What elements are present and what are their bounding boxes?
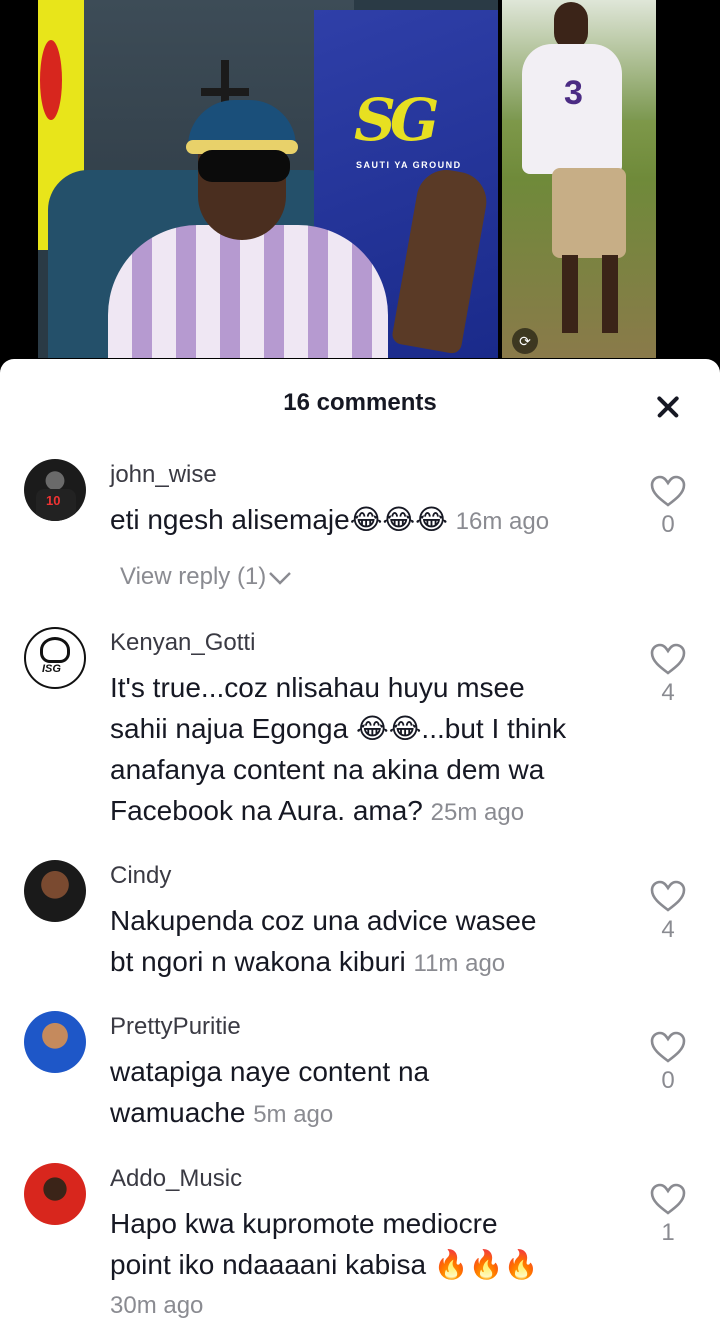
jersey-number: 3 <box>564 74 583 112</box>
video-left-frame: SG SAUTI YA GROUND <box>38 0 498 358</box>
comment-username[interactable]: PrettyPuritie <box>110 1013 241 1041</box>
avatar[interactable]: ISG <box>24 627 86 689</box>
comment-emojis: 🔥🔥🔥 <box>433 1248 539 1281</box>
like-count: 4 <box>661 679 675 706</box>
comment-username[interactable]: Cindy <box>110 862 171 890</box>
comment-line: bt ngori n wakona kiburi 11m ago <box>110 946 506 977</box>
background-flower <box>40 40 62 120</box>
comment-time: 5m ago <box>253 1101 334 1128</box>
comment-text: eti ngesh alisemaje😂😂😂 16m ago <box>110 499 630 542</box>
comment-text: Nakupenda coz una advice wasee bt ngori … <box>110 900 630 984</box>
avatar-logo-text: ISG <box>42 663 61 675</box>
heart-icon <box>650 880 686 912</box>
like-count: 4 <box>661 916 675 943</box>
comment-line: sahii najua Egonga 😂😂...but I think <box>110 712 567 745</box>
comment-text: watapiga naye content na wamuache 5m ago <box>110 1051 630 1135</box>
avatar[interactable] <box>24 860 86 922</box>
comment-line: Nakupenda coz una advice wasee <box>110 905 537 936</box>
view-reply-label: View reply (1) <box>120 563 267 590</box>
avatar[interactable]: 10 <box>24 459 86 521</box>
heart-icon <box>650 475 686 507</box>
comment-username[interactable]: Addo_Music <box>110 1165 242 1193</box>
like-button[interactable]: 0 <box>648 1031 688 1095</box>
logo-caption: SAUTI YA GROUND <box>356 160 462 170</box>
like-count: 1 <box>661 1219 675 1246</box>
comment-line: point iko ndaaaani kabisa 🔥🔥🔥 <box>110 1248 539 1281</box>
sg-logo: SG <box>354 86 439 154</box>
view-reply-button[interactable]: View reply (1) <box>120 563 292 591</box>
like-count: 0 <box>661 511 675 538</box>
comment-username[interactable]: john_wise <box>110 461 217 489</box>
person-head <box>554 2 588 50</box>
comment-body: eti ngesh alisemaje <box>110 504 350 535</box>
comment-time: 30m ago <box>110 1292 204 1319</box>
like-button[interactable]: 0 <box>648 475 688 539</box>
comment-line: watapiga naye content na <box>110 1056 430 1087</box>
reshoot-icon[interactable]: ⟳ <box>512 328 538 354</box>
comment-line: wamuache 5m ago <box>110 1097 334 1128</box>
person-leg <box>602 255 618 333</box>
heart-icon <box>650 643 686 675</box>
comment-line: Facebook na Aura. ama? 25m ago <box>110 795 525 826</box>
like-button[interactable]: 4 <box>648 880 688 944</box>
comment-time: 16m ago <box>455 508 550 535</box>
comment-line: It's true...coz nlisahau huyu msee <box>110 672 525 703</box>
video-right-frame: 3 <box>502 0 656 358</box>
comment-text: It's true...coz nlisahau huyu msee sahii… <box>110 667 630 833</box>
avatar[interactable] <box>24 1011 86 1073</box>
comments-count-title: 16 comments <box>283 389 437 416</box>
close-icon[interactable] <box>648 387 688 427</box>
avatar[interactable] <box>24 1163 86 1225</box>
comment-line: anafanya content na akina dem wa <box>110 754 545 785</box>
comment-time: 25m ago <box>430 799 525 826</box>
comment-line: Hapo kwa kupromote mediocre <box>110 1208 498 1239</box>
comment-username[interactable]: Kenyan_Gotti <box>110 629 255 657</box>
heart-icon <box>650 1183 686 1215</box>
avatar-jersey-number: 10 <box>46 493 61 508</box>
headphones-logo <box>40 637 70 663</box>
person-leg <box>562 255 578 333</box>
heart-icon <box>650 1031 686 1063</box>
chevron-down-icon <box>269 571 292 585</box>
comments-sheet: 16 comments 10 john_wise eti ngesh alise… <box>0 359 720 1326</box>
like-count: 0 <box>661 1067 675 1094</box>
comment-time: 11m ago <box>413 950 506 977</box>
person-shorts <box>552 168 626 258</box>
comment-emojis: 😂😂😂 <box>349 503 448 536</box>
like-button[interactable]: 1 <box>648 1183 688 1247</box>
presenter-sunglasses <box>198 150 290 182</box>
comment-text: Hapo kwa kupromote mediocre point iko nd… <box>110 1203 630 1326</box>
like-button[interactable]: 4 <box>648 643 688 707</box>
video-preview[interactable]: SG SAUTI YA GROUND 3 ⟳ <box>0 0 720 380</box>
comment-emojis: 😂😂 <box>355 712 422 745</box>
presenter-shirt <box>108 225 388 358</box>
